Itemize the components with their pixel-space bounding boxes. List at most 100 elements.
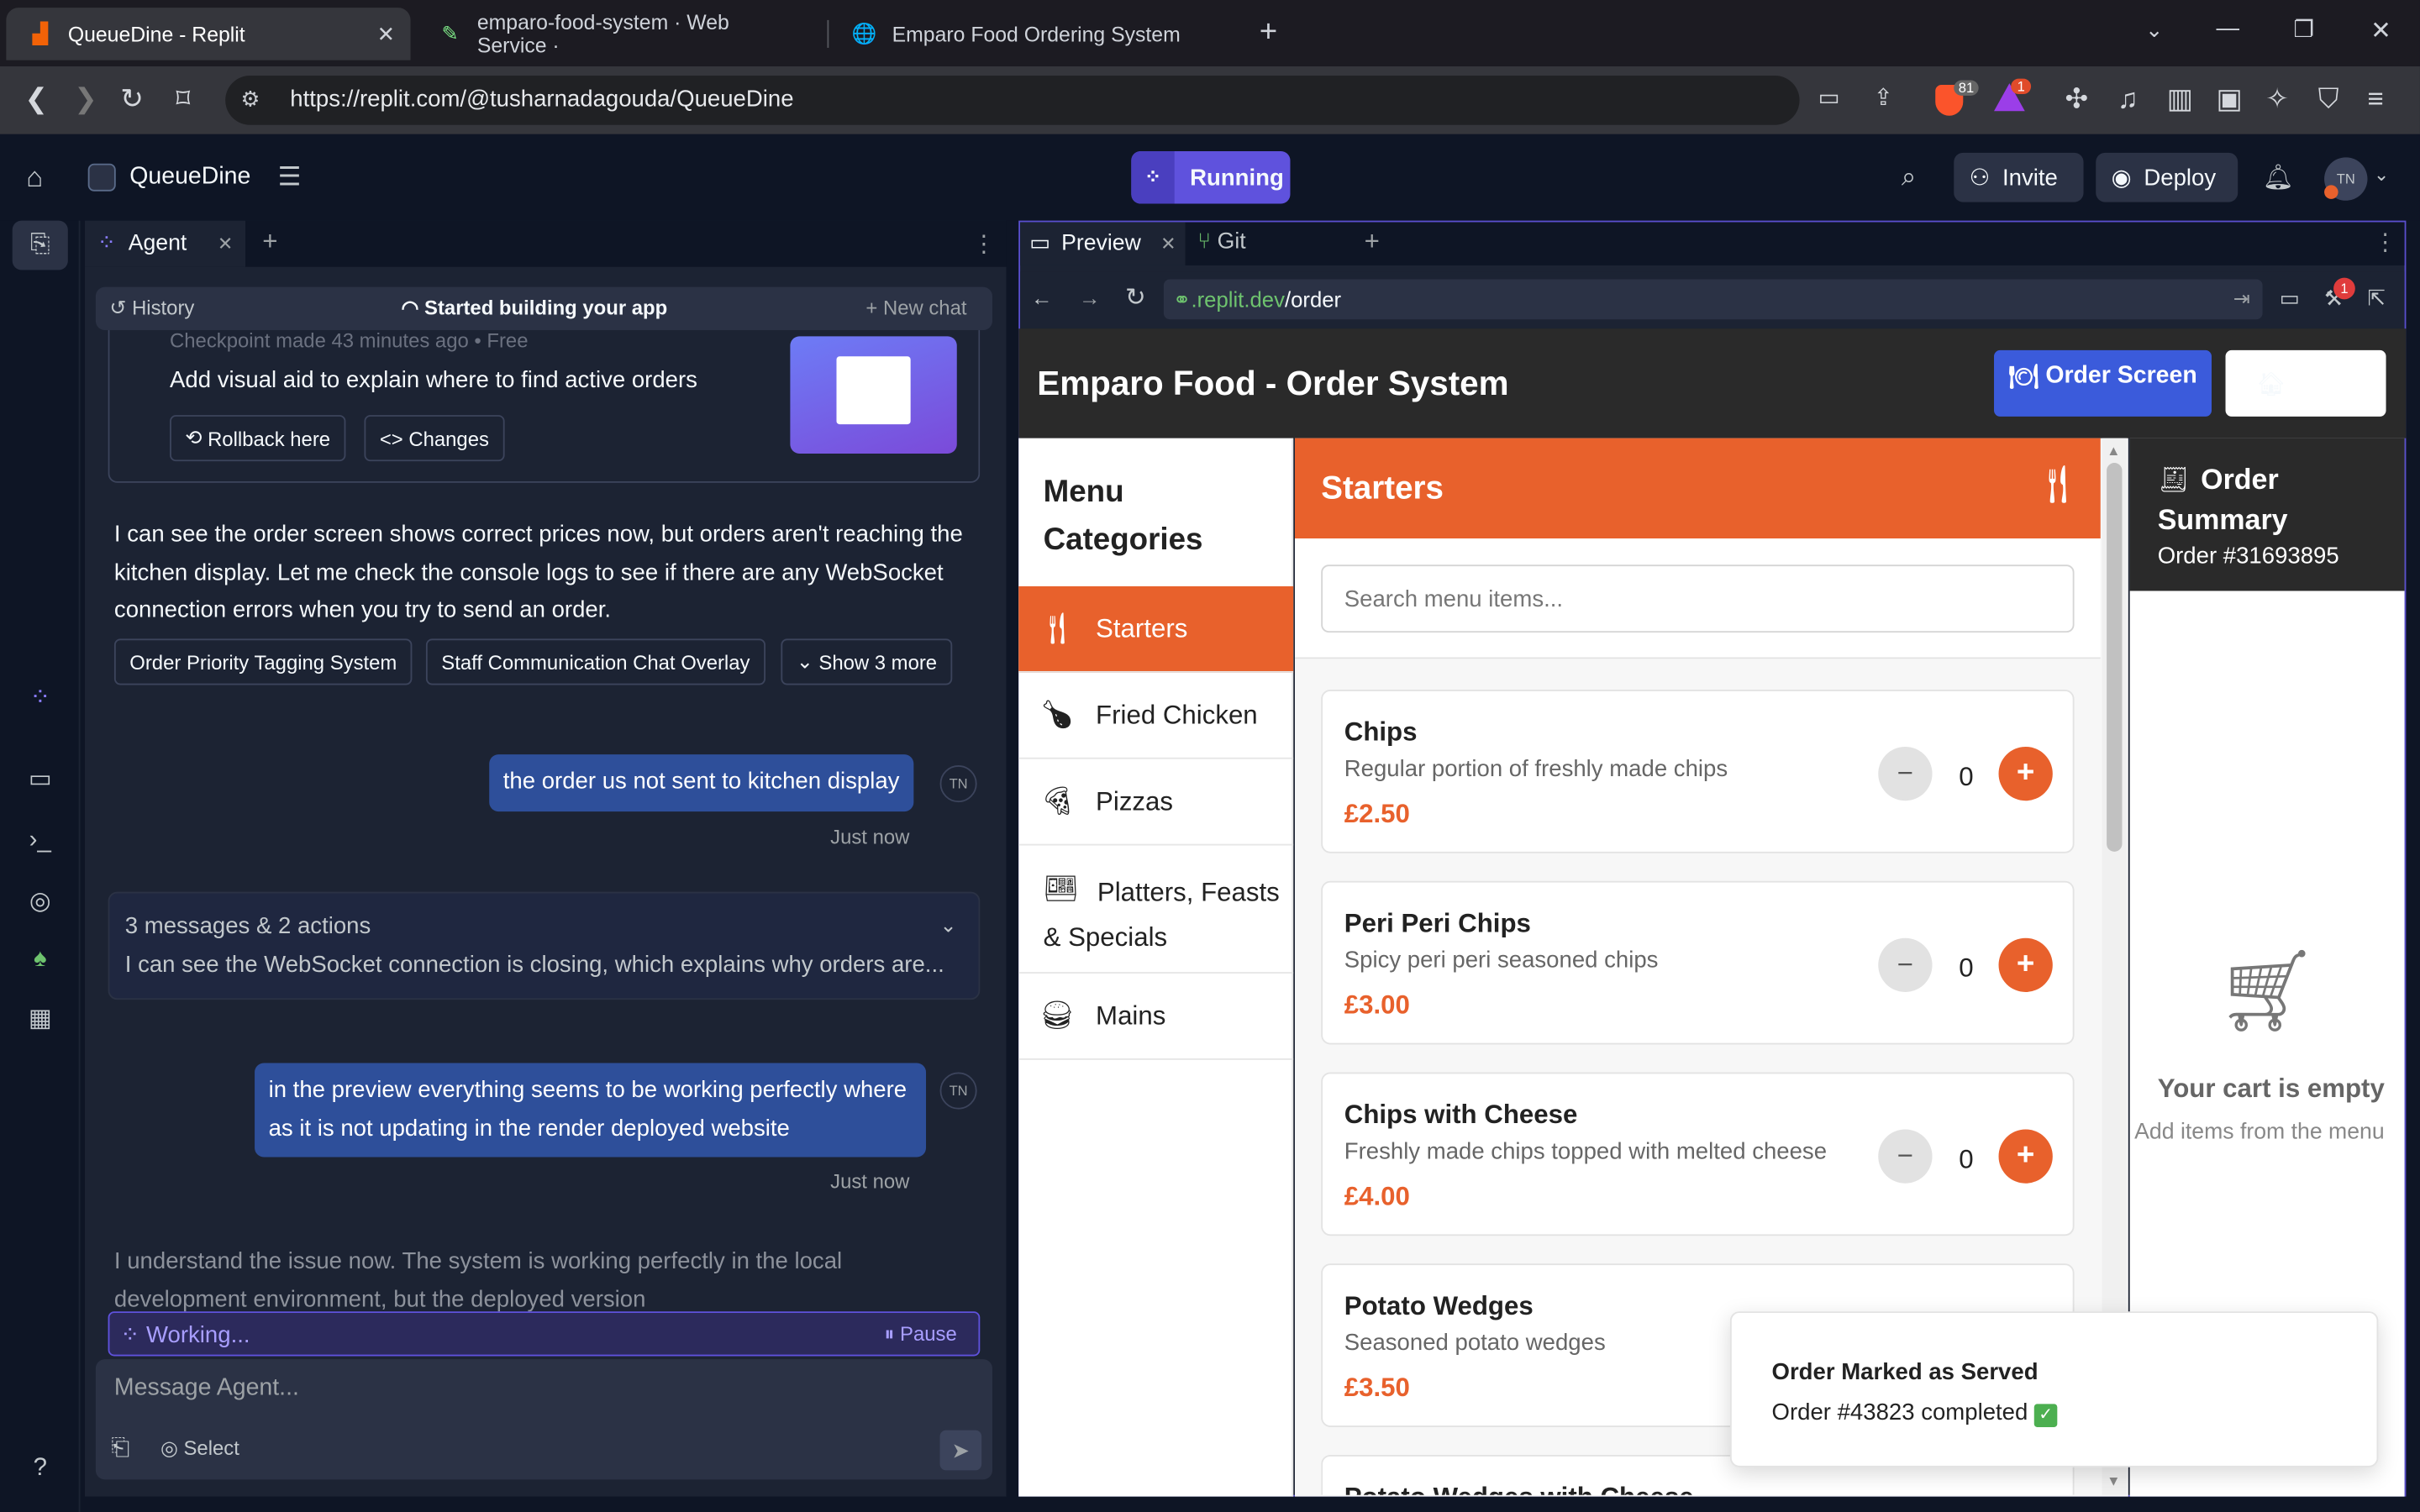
preview-forward-icon[interactable]: → — [1079, 286, 1101, 310]
decrease-button[interactable]: − — [1878, 937, 1933, 992]
scroll-up-icon[interactable]: ▲ — [2107, 443, 2120, 458]
checkpoint-title: Add visual aid to explain where to find … — [170, 367, 697, 394]
go-icon[interactable]: ⇥ — [2233, 287, 2250, 312]
preview-back-icon[interactable]: ← — [1031, 286, 1053, 310]
site-settings-icon[interactable]: ⚙ — [241, 87, 260, 113]
order-screen-button[interactable]: 🍽︎ Order Screen — [1994, 349, 2212, 417]
forward-icon[interactable]: ❯ — [74, 83, 97, 116]
category-label: Pizzas — [1096, 785, 1174, 816]
close-tab-icon[interactable]: ✕ — [218, 233, 233, 255]
shell-icon[interactable]: ›_ — [22, 822, 59, 859]
pause-label: Pause — [900, 1322, 957, 1346]
run-button[interactable]: ⁘ Running — [1131, 150, 1291, 204]
database-icon[interactable]: ☰ — [278, 162, 302, 193]
minimize-icon[interactable]: — — [2217, 15, 2240, 41]
order-summary-title: Order Summary — [2157, 463, 2288, 536]
browser-tab-render[interactable]: ✎ emparo-food-system · Web Service · — [417, 8, 821, 60]
increase-button[interactable]: + — [1998, 937, 2053, 992]
bookmark-icon[interactable]: ⌑ — [176, 83, 190, 116]
message-input[interactable]: Message Agent... — [114, 1374, 299, 1402]
new-chat-button[interactable]: + New chat — [865, 297, 966, 320]
back-icon[interactable]: ❮ — [24, 83, 48, 116]
cast-icon[interactable]: ▭ — [1818, 83, 1840, 111]
search-icon[interactable]: ⌕ — [1902, 162, 1917, 193]
tab-git[interactable]: ⑂ Git — [1197, 230, 1245, 255]
category-pizzas[interactable]: 🍕︎ Pizzas — [1018, 759, 1294, 846]
scrollbar-thumb[interactable] — [2107, 463, 2123, 852]
wallet-icon[interactable]: ▣ — [2217, 83, 2243, 116]
browser-tab-emparo[interactable]: 🌐 Emparo Food Ordering System — [830, 8, 1234, 60]
deploy-button[interactable]: ◉ Deploy — [2096, 152, 2238, 202]
category-mains[interactable]: 🍔︎ Mains — [1018, 974, 1294, 1060]
invite-button[interactable]: ⚇ Invite — [1954, 152, 2084, 202]
decrease-button[interactable]: − — [1878, 746, 1933, 801]
browser-tab-queuedine[interactable]: ▟ QueueDine - Replit ✕ — [6, 8, 411, 60]
preview-icon[interactable]: ▭ — [22, 760, 59, 797]
add-tab-icon[interactable]: + — [262, 227, 277, 258]
decrease-button[interactable]: − — [1878, 1129, 1933, 1184]
add-tab-icon[interactable]: + — [1365, 227, 1380, 258]
suggestion-chip[interactable]: Order Priority Tagging System — [113, 638, 413, 685]
checkpoint-thumbnail[interactable] — [790, 336, 957, 454]
changes-button[interactable]: <> Changes — [364, 415, 505, 462]
collapsed-actions[interactable] — [108, 891, 981, 1000]
select-button[interactable]: ◎ Select — [160, 1436, 239, 1461]
show-more-button[interactable]: ⌄ Show 3 more — [781, 638, 953, 685]
menu-icon[interactable]: ≡ — [2367, 83, 2383, 116]
suggestion-chip[interactable]: Staff Communication Chat Overlay — [425, 638, 765, 685]
send-button[interactable]: ➤ — [939, 1430, 982, 1471]
project-name[interactable]: QueueDine — [129, 164, 250, 192]
receipt-icon: 🧾︎ — [2157, 467, 2190, 494]
history-button[interactable]: ↺ History — [109, 297, 194, 321]
devices-icon[interactable]: ▭ — [2280, 286, 2300, 312]
media-icon[interactable]: ♫ — [2118, 83, 2139, 116]
category-starters[interactable]: 🍴︎ Starters — [1018, 585, 1294, 673]
check-icon: ✓ — [2033, 1404, 2058, 1427]
pause-button[interactable]: ⏸︎ Pause — [884, 1322, 956, 1347]
drumstick-icon: 🍗︎ — [1039, 699, 1076, 730]
vpn-icon[interactable]: ⛉ — [2318, 83, 2339, 116]
restore-icon[interactable]: ❐ — [2293, 15, 2314, 43]
pause-icon: ⏸︎ — [884, 1322, 901, 1346]
chevron-down-icon[interactable]: ⌄ — [2374, 164, 2389, 186]
toast-body: Order #43823 completed ✓ — [1772, 1399, 2058, 1427]
open-new-tab-icon[interactable]: ⇱ — [2367, 286, 2386, 312]
bell-icon[interactable]: 🔔︎ — [2263, 162, 2294, 193]
home-icon[interactable]: ⌂ — [26, 162, 43, 195]
item-name: Chips — [1344, 717, 1418, 747]
pane-menu-icon[interactable]: ⋮ — [972, 230, 996, 258]
increase-button[interactable]: + — [1998, 746, 2053, 801]
new-tab-icon[interactable]: + — [1260, 15, 1277, 50]
close-window-icon[interactable]: ✕ — [2370, 15, 2391, 46]
files-icon[interactable]: ⎘ — [22, 227, 59, 264]
pane-menu-icon[interactable]: ⋮ — [2374, 228, 2397, 256]
category-platters[interactable]: 🍱︎ Platters, Feasts & Specials — [1018, 846, 1294, 974]
preview-url[interactable]: ⚭.replit.dev/order — [1173, 287, 1341, 313]
agent-icon[interactable]: ⁘ — [22, 679, 59, 716]
database-rail-icon[interactable]: ◎ — [22, 883, 59, 920]
rollback-button[interactable]: ⟲ Rollback here — [170, 415, 346, 462]
close-tab-icon[interactable]: ✕ — [1160, 233, 1176, 255]
tab-preview[interactable]: ▭ Preview ✕ — [1020, 222, 1186, 265]
increase-button[interactable]: + — [1998, 1129, 2053, 1184]
close-tab-icon[interactable]: ✕ — [377, 21, 396, 47]
reload-icon[interactable]: ↻ — [120, 83, 144, 116]
tab-agent[interactable]: ⁘ Agent ✕ — [85, 220, 246, 267]
preview-reload-icon[interactable]: ↻ — [1125, 282, 1146, 313]
toast-notification[interactable]: Order Marked as Served Order #43823 comp… — [1729, 1311, 2379, 1467]
attach-icon[interactable]: ⎗ — [111, 1435, 129, 1461]
all-tools-icon[interactable]: ▦ — [22, 1000, 59, 1037]
scroll-down-icon[interactable]: ▼ — [2107, 1473, 2120, 1488]
leo-ai-icon[interactable]: ✧ — [2265, 83, 2289, 116]
url-text[interactable]: https://replit.com/@tusharnadagouda/Queu… — [290, 87, 793, 113]
deployments-icon[interactable]: ♠ — [22, 941, 59, 978]
share-icon[interactable]: ⇪ — [1874, 83, 1893, 111]
extensions-icon[interactable]: ✣ — [2065, 83, 2089, 116]
menu-search-input[interactable]: Search menu items... — [1321, 564, 2075, 633]
help-icon[interactable]: ? — [22, 1450, 59, 1487]
sidebar-icon[interactable]: ▥ — [2167, 83, 2193, 116]
tab-search-chevron-icon[interactable]: ⌄ — [2145, 17, 2164, 43]
expand-icon[interactable]: ⌄ — [940, 913, 957, 937]
kitchen-button[interactable]: 🏠︎ — [2225, 349, 2386, 417]
category-fried-chicken[interactable]: 🍗︎ Fried Chicken — [1018, 673, 1294, 759]
